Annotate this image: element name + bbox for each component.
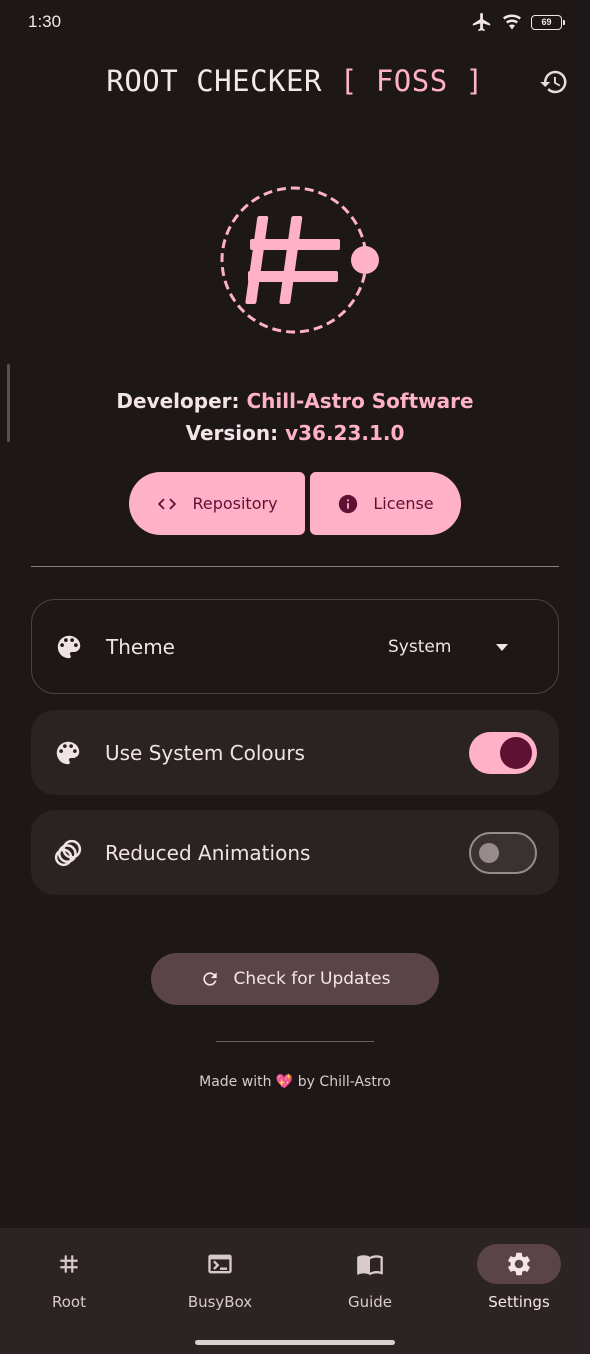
battery-level: 69 [541,17,552,27]
hash-icon [60,1255,78,1273]
nav-icon-container [178,1244,262,1284]
license-button[interactable]: License [310,472,461,535]
theme-label: Theme [106,634,175,659]
history-icon [540,70,567,94]
nav-icon-container [27,1244,111,1284]
developer-info: Developer: Chill-Astro Software [0,389,590,413]
wifi-icon [503,14,521,30]
footer-suffix: by Chill-Astro [297,1074,391,1090]
hash-logo-icon [245,216,340,304]
dropdown-arrow-icon[interactable] [494,642,510,652]
check-updates-label: Check for Updates [233,969,391,989]
version-info: Version: v36.23.1.0 [0,421,590,445]
nav-label-busybox: BusyBox [187,1293,253,1311]
developer-label: Developer: [116,389,240,413]
version-label: Version: [185,421,279,445]
reduced-animations-label: Reduced Animations [105,840,311,865]
code-icon [158,498,177,509]
book-icon [357,1255,383,1276]
reduced-animations-toggle[interactable] [469,831,537,874]
refresh-icon [202,972,217,986]
toggle-knob [479,842,499,863]
nav-label-root: Root [52,1293,86,1311]
airplane-icon [472,12,491,32]
app-title-accent: [ FOSS ] [339,64,484,98]
theme-dropdown-value[interactable]: System [388,637,451,657]
version-value: v36.23.1.0 [285,421,405,445]
battery-icon: 69 [531,14,565,30]
nav-label-settings: Settings [488,1293,550,1311]
app-title: ROOT CHECKER [ FOSS ] [0,58,590,104]
footer-prefix: Made with [199,1074,272,1090]
bottom-navigation: Root BusyBox Guide Settings [0,1228,590,1354]
developer-value: Chill-Astro Software [246,389,474,413]
history-button[interactable] [538,66,570,98]
toggle-knob [500,736,532,769]
repository-label: Repository [192,494,278,513]
theme-setting[interactable]: Theme System [31,599,559,694]
heart-emoji: 💖 [275,1074,294,1090]
home-indicator[interactable] [195,1340,395,1345]
system-colours-setting[interactable]: Use System Colours [31,710,559,795]
nav-item-busybox[interactable]: BusyBox [150,1244,290,1324]
app-logo [220,186,379,334]
nav-item-root[interactable]: Root [0,1244,139,1324]
gear-icon [508,1252,530,1276]
status-time: 1:30 [28,12,62,31]
nav-item-guide[interactable]: Guide [300,1244,440,1324]
nav-icon-container [328,1244,412,1284]
about-actions: Repository License [129,472,461,535]
info-icon [339,494,358,513]
nav-item-settings[interactable]: Settings [449,1244,589,1324]
palette-icon [57,635,81,658]
license-label: License [373,494,434,513]
system-colours-toggle[interactable] [469,731,537,774]
footer-credit: Made with 💖 by Chill-Astro [0,1074,590,1090]
terminal-icon [208,1254,232,1274]
nav-label-guide: Guide [347,1293,393,1311]
app-title-main: ROOT CHECKER [106,64,322,98]
footer-divider [216,1041,374,1042]
nav-icon-container [477,1244,561,1284]
system-colours-label: Use System Colours [105,740,305,765]
section-divider [31,566,559,567]
repository-button[interactable]: Repository [129,472,305,535]
status-bar: 1:30 69 [0,0,590,44]
animation-icon [54,839,82,866]
status-icons: 69 [471,11,565,33]
reduced-animations-setting[interactable]: Reduced Animations [31,810,559,895]
palette-icon [56,741,80,764]
check-updates-button[interactable]: Check for Updates [151,953,439,1005]
